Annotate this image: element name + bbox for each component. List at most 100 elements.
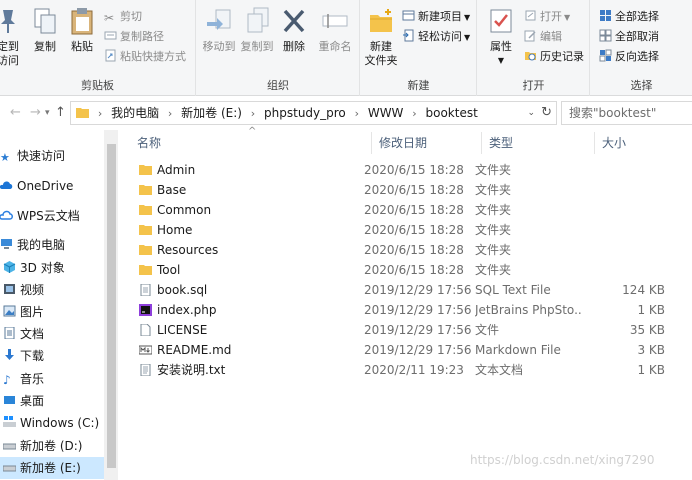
file-row-tool[interactable]: Tool 2020/6/15 18:28 文件夹 xyxy=(136,260,676,280)
invert-selection-button[interactable]: 反向选择 xyxy=(599,48,659,66)
new-folder-icon xyxy=(370,9,392,32)
cube-icon xyxy=(3,261,16,273)
pin-quick-access-button[interactable]: 定到 访问 xyxy=(0,6,26,68)
sidebar-item-downloads[interactable]: 下载 xyxy=(0,345,104,367)
file-row-book-sql[interactable]: book.sql 2019/12/29 17:56 SQL Text File … xyxy=(136,280,676,300)
copy-to-button[interactable]: 复制到 xyxy=(237,6,277,54)
open-label: 打开 xyxy=(540,10,562,23)
file-size: 1 KB xyxy=(637,303,665,317)
file-row-common[interactable]: Common 2020/6/15 18:28 文件夹 xyxy=(136,200,676,220)
file-name: index.php xyxy=(157,303,217,317)
sidebar-item-drive-d[interactable]: 新加卷 (D:) xyxy=(0,435,104,457)
breadcrumb-phpstudy-pro[interactable]: phpstudy_pro xyxy=(264,102,346,124)
easy-access-button[interactable]: 轻松访问 ▼ xyxy=(402,28,470,46)
file-row-resources[interactable]: Resources 2020/6/15 18:28 文件夹 xyxy=(136,240,676,260)
edit-button[interactable]: 编辑 xyxy=(524,28,562,46)
address-dropdown-button[interactable]: ⌄ xyxy=(527,102,535,124)
recent-locations-button[interactable]: ▾ xyxy=(45,108,50,118)
copy-path-button[interactable]: 复制路径 xyxy=(104,28,164,46)
sidebar-scrollbar-thumb[interactable] xyxy=(107,144,116,468)
search-placeholder: 搜索"booktest" xyxy=(569,106,657,120)
column-divider[interactable] xyxy=(594,132,595,154)
breadcrumb-separator: › xyxy=(250,107,256,120)
pin-quick-access-label: 定到 访问 xyxy=(0,40,19,67)
column-divider[interactable] xyxy=(481,132,482,154)
music-icon: ♪ xyxy=(3,373,11,387)
new-folder-button[interactable]: 新建 文件夹 xyxy=(361,6,401,68)
sidebar-item-label: 我的电脑 xyxy=(17,238,66,252)
chevron-down-icon: ▼ xyxy=(564,13,571,22)
properties-button[interactable]: 属性 ▼ xyxy=(484,6,518,68)
column-header-name[interactable]: 名称 xyxy=(137,130,367,156)
sidebar-item-quick-access[interactable]: ★ 快速访问 xyxy=(0,145,104,167)
sidebar-item-label: 3D 对象 xyxy=(20,261,65,275)
cut-button[interactable]: ✂ 剪切 xyxy=(104,8,142,26)
file-date: 2020/6/15 18:28 xyxy=(364,183,464,197)
sidebar-item-wps-cloud[interactable]: WPS云文档 xyxy=(0,205,104,227)
forward-button[interactable]: → xyxy=(30,105,41,120)
sidebar-item-label: 下载 xyxy=(20,349,45,363)
file-row-license[interactable]: LICENSE 2019/12/29 17:56 文件 35 KB xyxy=(136,320,676,340)
column-header-type[interactable]: 类型 xyxy=(489,130,589,156)
breadcrumb-www[interactable]: WWW xyxy=(368,102,404,124)
move-to-icon xyxy=(207,9,231,30)
column-header-size[interactable]: 大小 xyxy=(602,130,682,156)
move-to-button[interactable]: 移动到 xyxy=(199,6,239,54)
file-row-install-txt[interactable]: 安装说明.txt 2020/2/11 19:23 文本文档 1 KB xyxy=(136,360,676,380)
sidebar-item-music[interactable]: ♪ 音乐 xyxy=(0,368,104,390)
delete-button[interactable]: 删除 xyxy=(277,6,311,54)
sidebar-item-label: WPS云文档 xyxy=(17,209,80,223)
file-row-index-php[interactable]: index.php 2019/12/29 17:56 JetBrains Php… xyxy=(136,300,676,320)
file-date: 2020/6/15 18:28 xyxy=(364,263,464,277)
refresh-button[interactable]: ↻ xyxy=(541,102,552,124)
file-size: 124 KB xyxy=(622,283,665,297)
copy-label: 复制 xyxy=(34,40,56,53)
search-input[interactable]: 搜索"booktest" xyxy=(561,101,692,125)
back-button[interactable]: ← xyxy=(10,105,21,120)
navigation-pane: ★ 快速访问 OneDrive WPS云文档 我的电脑 3D 对象 视频 图片 文… xyxy=(0,140,104,480)
breadcrumb-my-computer[interactable]: 我的电脑 xyxy=(111,102,159,124)
up-button[interactable]: ↑ xyxy=(55,105,66,120)
sidebar-item-videos[interactable]: 视频 xyxy=(0,279,104,301)
organize-group-label: 组织 xyxy=(267,79,289,92)
sidebar-item-3d-objects[interactable]: 3D 对象 xyxy=(0,257,104,279)
file-type: 文本文档 xyxy=(475,363,524,377)
column-divider[interactable] xyxy=(371,132,372,154)
sidebar-item-windows-c[interactable]: Windows (C:) xyxy=(0,412,104,434)
history-button[interactable]: 历史记录 xyxy=(524,48,584,66)
sidebar-item-my-computer[interactable]: 我的电脑 xyxy=(0,234,104,256)
address-bar[interactable]: › 我的电脑 › 新加卷 (E:) › phpstudy_pro › WWW ›… xyxy=(70,101,557,125)
rename-button[interactable]: 重命名 xyxy=(315,6,355,54)
picture-icon xyxy=(3,305,16,317)
open-group-label: 打开 xyxy=(522,79,545,92)
column-header-date[interactable]: 修改日期 xyxy=(379,130,479,156)
sidebar-item-desktop[interactable]: 桌面 xyxy=(0,390,104,412)
properties-icon xyxy=(490,9,512,33)
sidebar-item-drive-e[interactable]: 新加卷 (E:) xyxy=(0,457,104,479)
sidebar-item-pictures[interactable]: 图片 xyxy=(0,301,104,323)
navigation-bar: ← → ▾ ↑ › 我的电脑 › 新加卷 (E:) › phpstudy_pro… xyxy=(0,97,692,129)
drive-icon xyxy=(3,443,16,450)
sidebar-scrollbar[interactable] xyxy=(104,130,118,480)
breadcrumb-drive-e[interactable]: 新加卷 (E:) xyxy=(181,102,242,124)
select-none-button[interactable]: 全部取消 xyxy=(599,28,659,46)
copy-button[interactable]: 复制 xyxy=(25,6,65,54)
paste-button[interactable]: 粘贴 xyxy=(62,6,102,54)
select-all-button[interactable]: 全部选择 xyxy=(599,8,659,26)
file-row-admin[interactable]: Admin 2020/6/15 18:28 文件夹 xyxy=(136,160,676,180)
sidebar-item-documents[interactable]: 文档 xyxy=(0,323,104,345)
edit-icon xyxy=(524,30,536,42)
open-button[interactable]: 打开 ▼ xyxy=(524,8,570,26)
paste-shortcut-button[interactable]: 粘贴快捷方式 xyxy=(104,48,186,66)
breadcrumb-separator: › xyxy=(354,107,359,120)
sidebar-item-onedrive[interactable]: OneDrive xyxy=(0,175,104,197)
drive-icon xyxy=(3,465,16,472)
file-name: book.sql xyxy=(157,283,208,297)
file-row-base[interactable]: Base 2020/6/15 18:28 文件夹 xyxy=(136,180,676,200)
select-group: 全部选择 全部取消 反向选择 选择 xyxy=(591,0,692,96)
new-item-button[interactable]: 新建项目 ▼ xyxy=(402,8,470,26)
file-row-home[interactable]: Home 2020/6/15 18:28 文件夹 xyxy=(136,220,676,240)
new-group: 新建 文件夹 新建项目 ▼ 轻松访问 ▼ 新建 xyxy=(361,0,477,96)
breadcrumb-booktest[interactable]: booktest xyxy=(426,102,478,124)
file-row-readme-md[interactable]: README.md 2019/12/29 17:56 Markdown File… xyxy=(136,340,676,360)
